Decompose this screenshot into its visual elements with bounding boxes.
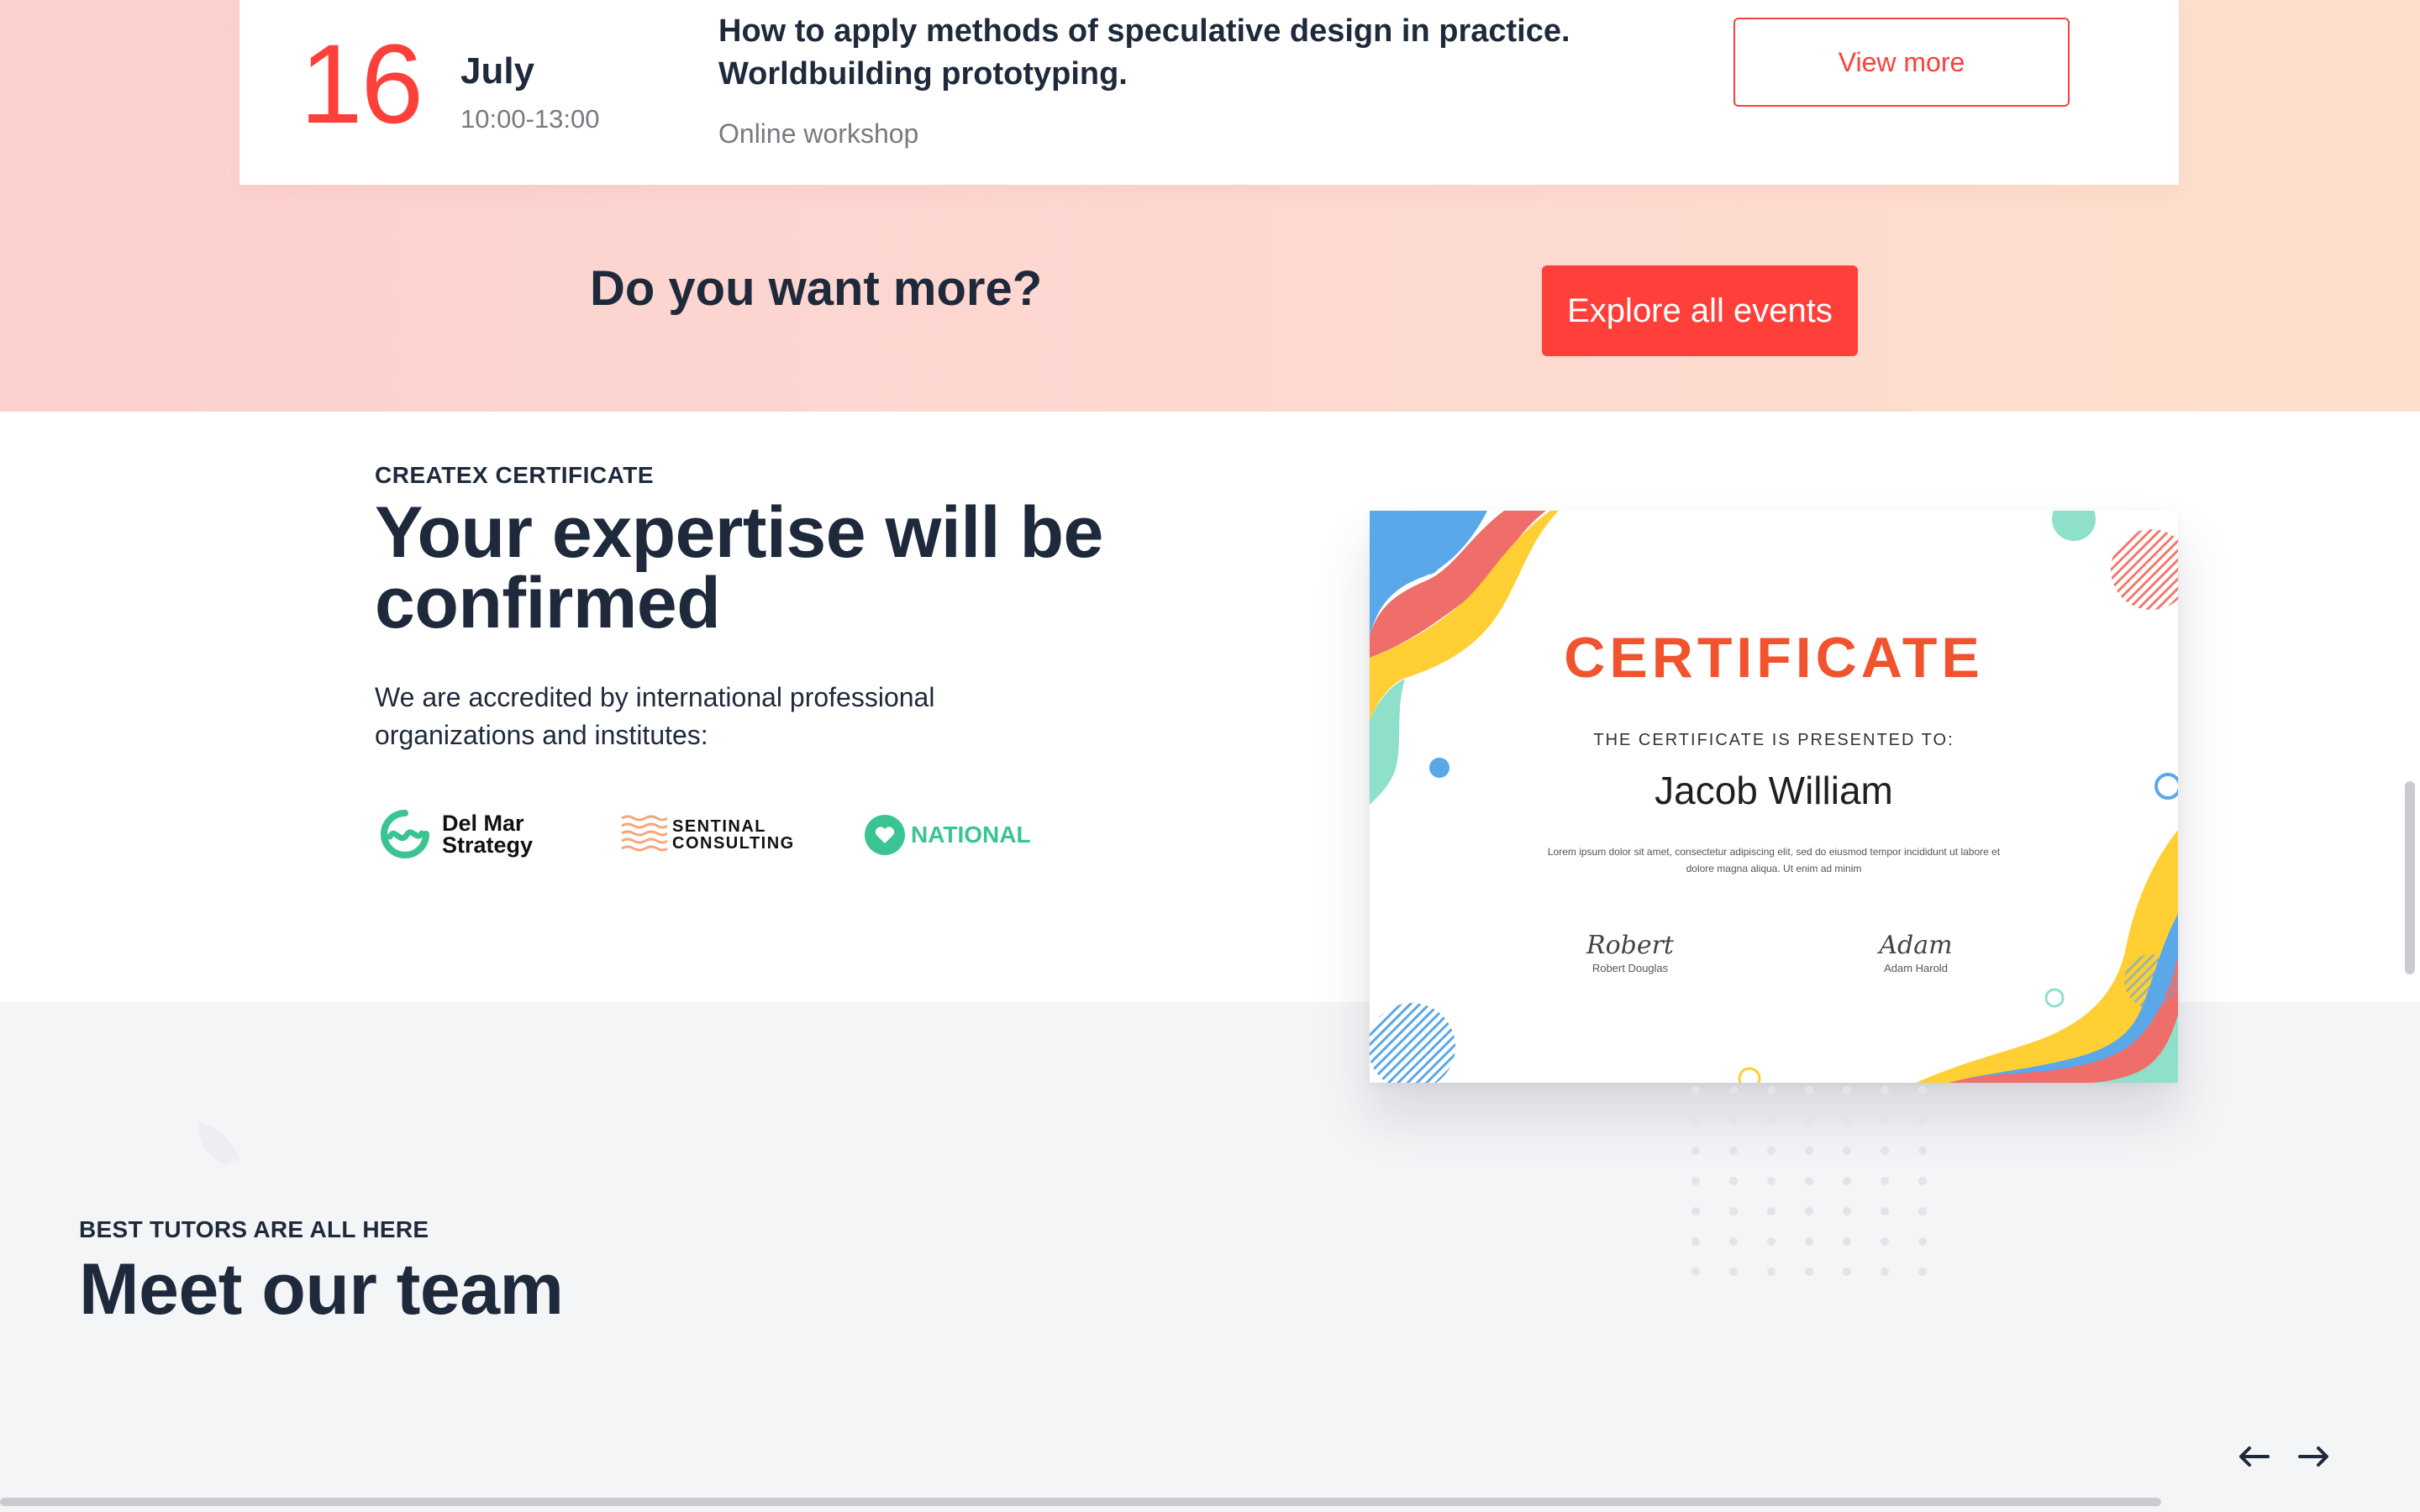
vertical-scrollbar[interactable]	[2405, 781, 2415, 974]
decor-dot	[1767, 1237, 1776, 1246]
signature-1: Robert Robert Douglas	[1546, 931, 1714, 974]
national-label: NATIONAL	[911, 822, 1031, 848]
decor-dot	[1881, 1147, 1889, 1155]
dot-grid-decoration	[1691, 1086, 1927, 1276]
decor-dot	[1691, 1207, 1700, 1215]
decor-dot	[1729, 1116, 1738, 1125]
event-day: 16	[300, 22, 424, 147]
decor-dot	[1918, 1207, 1927, 1215]
decor-dot	[1843, 1268, 1851, 1276]
event-title: How to apply methods of speculative desi…	[718, 13, 1570, 92]
arrow-left-icon	[2239, 1446, 2270, 1467]
team-prev-button[interactable]	[2231, 1436, 2278, 1477]
sentinal-logo-icon	[621, 815, 667, 852]
certificate-recipient-name: Jacob William	[1655, 769, 1893, 812]
event-type: Online workshop	[718, 118, 919, 149]
logo-sentinal-consulting: SENTINAL CONSULTING	[620, 810, 795, 860]
signature-1-script: Robert	[1586, 931, 1674, 960]
decor-dot	[1805, 1116, 1813, 1125]
decor-dot	[1691, 1177, 1700, 1185]
certificate-title: CERTIFICATE	[1564, 626, 1984, 690]
decor-dot	[1918, 1177, 1927, 1185]
decor-dot	[1805, 1086, 1813, 1095]
decor-dot	[1691, 1268, 1700, 1276]
certificate-image: CERTIFICATE THE CERTIFICATE IS PRESENTED…	[1370, 511, 2178, 1083]
decor-dot	[1691, 1086, 1700, 1095]
sentinal-line1: SENTINAL	[672, 817, 766, 836]
certificate-presented-to: THE CERTIFICATE IS PRESENTED TO:	[1593, 731, 1954, 749]
decor-dot	[1881, 1086, 1889, 1095]
certificate-description: We are accredited by international profe…	[375, 682, 935, 750]
decor-dot	[1729, 1086, 1738, 1095]
decor-dot	[1881, 1268, 1889, 1276]
del-mar-line1: Del Mar	[442, 811, 524, 836]
decor-dot	[1805, 1147, 1813, 1155]
more-heading: Do you want more?	[590, 261, 1043, 316]
sentinal-line2: CONSULTING	[672, 834, 795, 853]
decor-dot	[1843, 1086, 1851, 1095]
decor-dot	[1881, 1116, 1889, 1125]
certificate-heading: Your expertise will be confirmed	[375, 492, 1103, 643]
decor-dot	[1918, 1147, 1927, 1155]
decor-dot	[1767, 1147, 1776, 1155]
decor-dot	[1881, 1207, 1889, 1215]
decor-dot	[1843, 1116, 1851, 1125]
decor-dot	[1691, 1147, 1700, 1155]
decor-dot	[1881, 1237, 1889, 1246]
decor-dot	[1843, 1207, 1851, 1215]
decor-dot	[1767, 1207, 1776, 1215]
view-more-button[interactable]: View more	[1733, 18, 2070, 107]
decor-dot	[1767, 1086, 1776, 1095]
signature-2-script: Adam	[1879, 931, 1953, 960]
decor-dot	[1729, 1147, 1738, 1155]
decor-dot	[1918, 1116, 1927, 1125]
decor-dot	[1805, 1177, 1813, 1185]
decor-dot	[1767, 1116, 1776, 1125]
logo-del-mar-strategy: Del Mar Strategy	[375, 806, 533, 862]
logo-national: NATIONAL	[864, 810, 1031, 860]
certificate-body-text: Lorem ipsum dolor sit amet, consectetur …	[1547, 846, 2001, 874]
decor-dot	[1843, 1177, 1851, 1185]
signature-2-name: Adam Harold	[1884, 962, 1948, 974]
national-heart-icon	[865, 815, 905, 855]
decor-dot	[1918, 1086, 1927, 1095]
decor-dot	[1767, 1268, 1776, 1276]
decor-dot	[1918, 1237, 1927, 1246]
del-mar-line2: Strategy	[442, 832, 534, 858]
decor-dot	[1729, 1237, 1738, 1246]
event-time: 10:00-13:00	[460, 104, 600, 134]
arrow-right-icon	[2298, 1446, 2328, 1467]
decor-dot	[1881, 1177, 1889, 1185]
decor-dot	[1918, 1268, 1927, 1276]
decorative-leaf-shape	[198, 1122, 240, 1164]
signature-1-name: Robert Douglas	[1591, 962, 1669, 974]
decor-dot	[1767, 1177, 1776, 1185]
decor-dot	[1805, 1207, 1813, 1215]
decor-dot	[1729, 1207, 1738, 1215]
decor-dot	[1691, 1237, 1700, 1246]
decor-dot	[1729, 1268, 1738, 1276]
decor-dot	[1729, 1177, 1738, 1185]
decor-dot	[1691, 1116, 1700, 1125]
team-heading: Meet our team	[79, 1249, 564, 1330]
decor-dot	[1805, 1268, 1813, 1276]
team-next-button[interactable]	[2290, 1436, 2337, 1477]
certificate-eyebrow: CREATEX CERTIFICATE	[375, 462, 655, 488]
del-mar-logo-icon	[381, 810, 429, 858]
team-eyebrow: BEST TUTORS ARE ALL HERE	[79, 1216, 429, 1242]
event-month: July	[460, 50, 535, 92]
decor-dot	[1843, 1237, 1851, 1246]
signature-2: Adam Adam Harold	[1832, 931, 2000, 974]
horizontal-scrollbar[interactable]	[0, 1498, 2161, 1506]
decor-dot	[1843, 1147, 1851, 1155]
explore-all-events-button[interactable]: Explore all events	[1542, 265, 1858, 356]
decor-dot	[1805, 1237, 1813, 1246]
